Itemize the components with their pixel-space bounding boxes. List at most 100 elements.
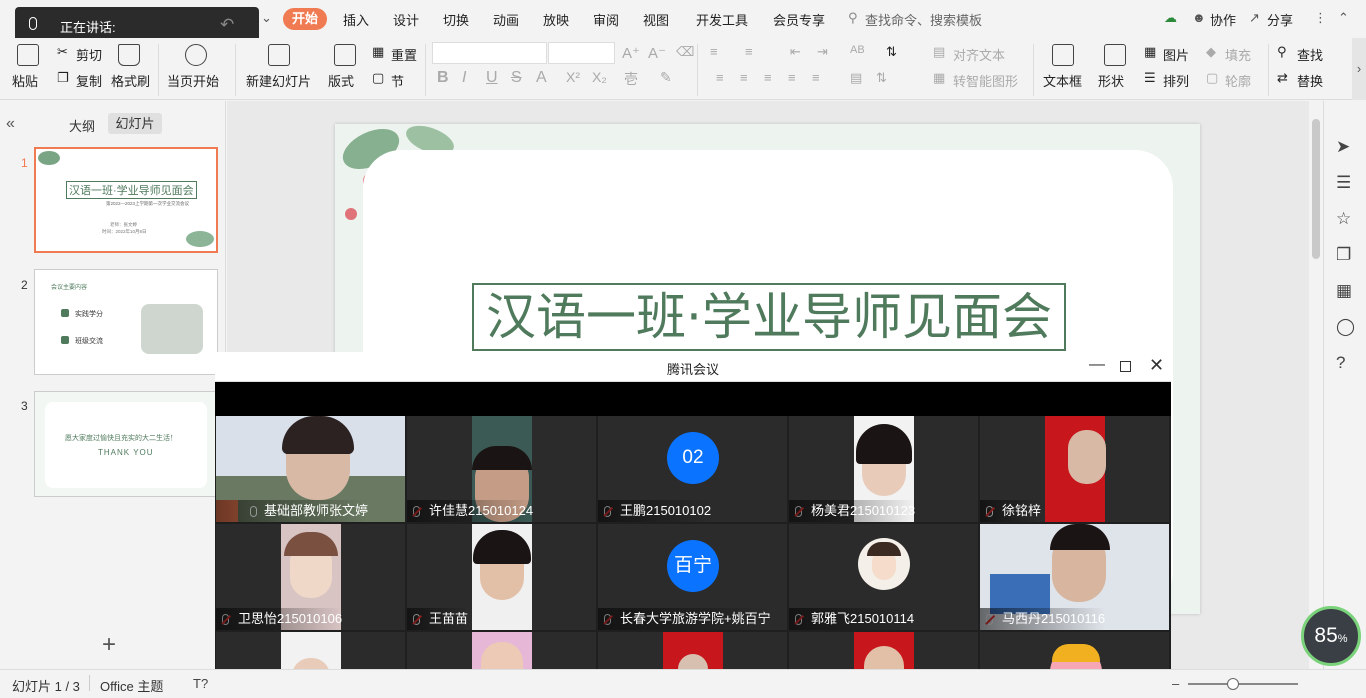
tab-member[interactable]: 会员专享 — [773, 10, 825, 29]
window-icon[interactable]: ❐ — [1336, 245, 1351, 265]
paragraph-spacing-icon[interactable]: ⇅ — [876, 70, 887, 86]
picture-button[interactable]: 图片 — [1163, 45, 1189, 64]
tab-outline[interactable]: 大纲 — [69, 116, 95, 135]
decrease-font-icon[interactable]: A⁻ — [648, 44, 666, 62]
tab-home[interactable]: 开始 — [283, 8, 327, 30]
maximize-icon[interactable] — [1120, 361, 1131, 372]
close-icon[interactable]: ✕ — [1149, 355, 1164, 376]
slide-thumbnail-2[interactable]: 会议主要内容 实践学分 班级交流 — [34, 269, 218, 375]
bold-icon[interactable]: B — [437, 69, 449, 87]
participant-tile[interactable]: 杨美君215010123 — [789, 416, 978, 522]
section-button[interactable]: 节 — [391, 71, 404, 90]
minimize-icon[interactable]: — — [1089, 356, 1105, 374]
participant-tile[interactable]: 王苗苗 — [407, 524, 596, 630]
text-direction-icon[interactable]: AB — [850, 44, 865, 56]
columns-icon[interactable]: ▤ — [850, 70, 862, 86]
distribute-icon[interactable]: ≡ — [812, 70, 820, 85]
more-icon[interactable]: ⋮ — [1314, 10, 1327, 26]
cloud-sync-icon[interactable]: ☁ — [1164, 10, 1177, 26]
arrange-button[interactable]: 排列 — [1163, 71, 1189, 90]
fill-button[interactable]: 填充 — [1225, 45, 1251, 64]
zoom-indicator[interactable]: 85% — [1301, 606, 1361, 666]
add-slide-icon[interactable]: + — [102, 631, 116, 659]
slide-title[interactable]: 汉语一班·学业导师见面会 — [472, 283, 1066, 351]
tab-animation[interactable]: 动画 — [493, 10, 519, 29]
participant-tile[interactable]: 卫思怡215010106 — [216, 524, 405, 630]
tab-view[interactable]: 视图 — [643, 10, 669, 29]
slide-thumbnail-1[interactable]: 汉语一班·学业导师见面会 第2022—2023上学期第一次学业交流会议 老师：张… — [34, 147, 218, 253]
vertical-scrollbar[interactable] — [1309, 101, 1323, 669]
participant-tile[interactable]: 基础部教师张文婷 — [216, 416, 405, 522]
participant-tile[interactable]: 郭雅飞215010114 — [789, 524, 978, 630]
font-color-icon[interactable]: A — [536, 69, 547, 87]
highlight-icon[interactable]: ✎ — [660, 69, 672, 86]
tab-transitions[interactable]: 切换 — [443, 10, 469, 29]
ribbon-scroll-right-icon[interactable]: › — [1352, 38, 1366, 100]
undo-icon[interactable]: ↶ — [220, 15, 234, 35]
cut-button[interactable]: 剪切 — [76, 45, 102, 64]
numbering-icon[interactable]: ≡ — [745, 44, 753, 59]
tab-insert[interactable]: 插入 — [343, 10, 369, 29]
outline-button[interactable]: 轮廓 — [1225, 71, 1251, 90]
superscript-icon[interactable]: X² — [566, 69, 580, 85]
underline-icon[interactable]: U — [486, 69, 498, 87]
clear-format-icon[interactable]: ⌫ — [676, 44, 694, 60]
tab-review[interactable]: 审阅 — [593, 10, 619, 29]
participant-tile[interactable]: 百宁 长春大学旅游学院+姚百宁 — [598, 524, 787, 630]
line-spacing-icon[interactable]: ⇅ — [886, 44, 897, 60]
font-size-select[interactable] — [548, 42, 615, 64]
layout-button[interactable]: 版式 — [328, 71, 354, 90]
participant-tile[interactable]: 02 王鹏215010102 — [598, 416, 787, 522]
indent-increase-icon[interactable]: ⇥ — [817, 44, 828, 60]
align-text-button[interactable]: 对齐文本 — [953, 45, 1005, 64]
font-family-select[interactable] — [432, 42, 547, 64]
new-slide-button[interactable]: 新建幻灯片 — [246, 71, 311, 90]
collapse-ribbon-icon[interactable]: ⌃ — [1338, 10, 1349, 26]
increase-font-icon[interactable]: A⁺ — [622, 44, 640, 62]
slide-thumbnail-3[interactable]: 愿大家度过愉快且充实的大二生活！ THANK YOU — [34, 391, 218, 497]
adjust-icon[interactable]: ☰ — [1336, 173, 1351, 193]
strikethrough-icon[interactable]: S — [511, 69, 522, 87]
indent-decrease-icon[interactable]: ⇤ — [790, 44, 801, 60]
participant-tile[interactable]: 马西丹215010116 — [980, 524, 1169, 630]
menu-dropdown-icon[interactable]: ⌄ — [261, 10, 272, 26]
participant-tile[interactable]: 许佳慧215010124 — [407, 416, 596, 522]
tab-design[interactable]: 设计 — [393, 10, 419, 29]
zoom-slider-handle[interactable] — [1227, 678, 1239, 690]
textbox-button[interactable]: 文本框 — [1043, 71, 1082, 90]
italic-icon[interactable]: I — [462, 69, 466, 87]
align-center-icon[interactable]: ≡ — [740, 70, 748, 85]
star-icon[interactable]: ☆ — [1336, 209, 1351, 229]
participant-tile[interactable]: 徐铭梓 — [980, 416, 1169, 522]
command-search[interactable]: 查找命令、搜索模板 — [865, 10, 982, 29]
format-painter-button[interactable]: 格式刷 — [111, 71, 150, 90]
rocket-icon[interactable]: ➤ — [1336, 137, 1350, 157]
image-edit-icon[interactable]: ▦ — [1336, 281, 1352, 301]
scroll-thumb[interactable] — [1312, 119, 1320, 259]
collab-button[interactable]: 协作 — [1210, 10, 1236, 29]
bullets-icon[interactable]: ≡ — [710, 44, 718, 59]
zoom-slider[interactable] — [1188, 683, 1298, 685]
tab-slideshow[interactable]: 放映 — [543, 10, 569, 29]
zoom-out-icon[interactable]: – — [1172, 676, 1179, 691]
collapse-panel-icon[interactable]: « — [6, 115, 15, 133]
theme-name[interactable]: Office 主题 — [100, 676, 163, 695]
paste-button[interactable]: 粘贴 — [12, 71, 38, 90]
location-icon[interactable]: ◯ — [1336, 317, 1355, 337]
smart-shape-button[interactable]: 转智能图形 — [953, 71, 1018, 90]
tab-developer[interactable]: 开发工具 — [696, 10, 748, 29]
subscript-icon[interactable]: X₂ — [592, 69, 607, 85]
help-icon[interactable]: ? — [1336, 353, 1345, 373]
align-left-icon[interactable]: ≡ — [716, 70, 724, 85]
tab-slides[interactable]: 幻灯片 — [108, 113, 162, 134]
play-from-current-button[interactable]: 当页开始 — [167, 71, 219, 90]
share-button[interactable]: 分享 — [1267, 10, 1293, 29]
search-icon[interactable]: ⚲ — [848, 10, 858, 26]
reset-button[interactable]: 重置 — [391, 45, 417, 64]
phonetic-icon[interactable]: 壱 — [624, 69, 638, 89]
spell-check-icon[interactable]: T? — [193, 676, 208, 691]
replace-button[interactable]: 替换 — [1297, 71, 1323, 90]
align-right-icon[interactable]: ≡ — [764, 70, 772, 85]
copy-button[interactable]: 复制 — [76, 71, 102, 90]
shape-button[interactable]: 形状 — [1098, 71, 1124, 90]
